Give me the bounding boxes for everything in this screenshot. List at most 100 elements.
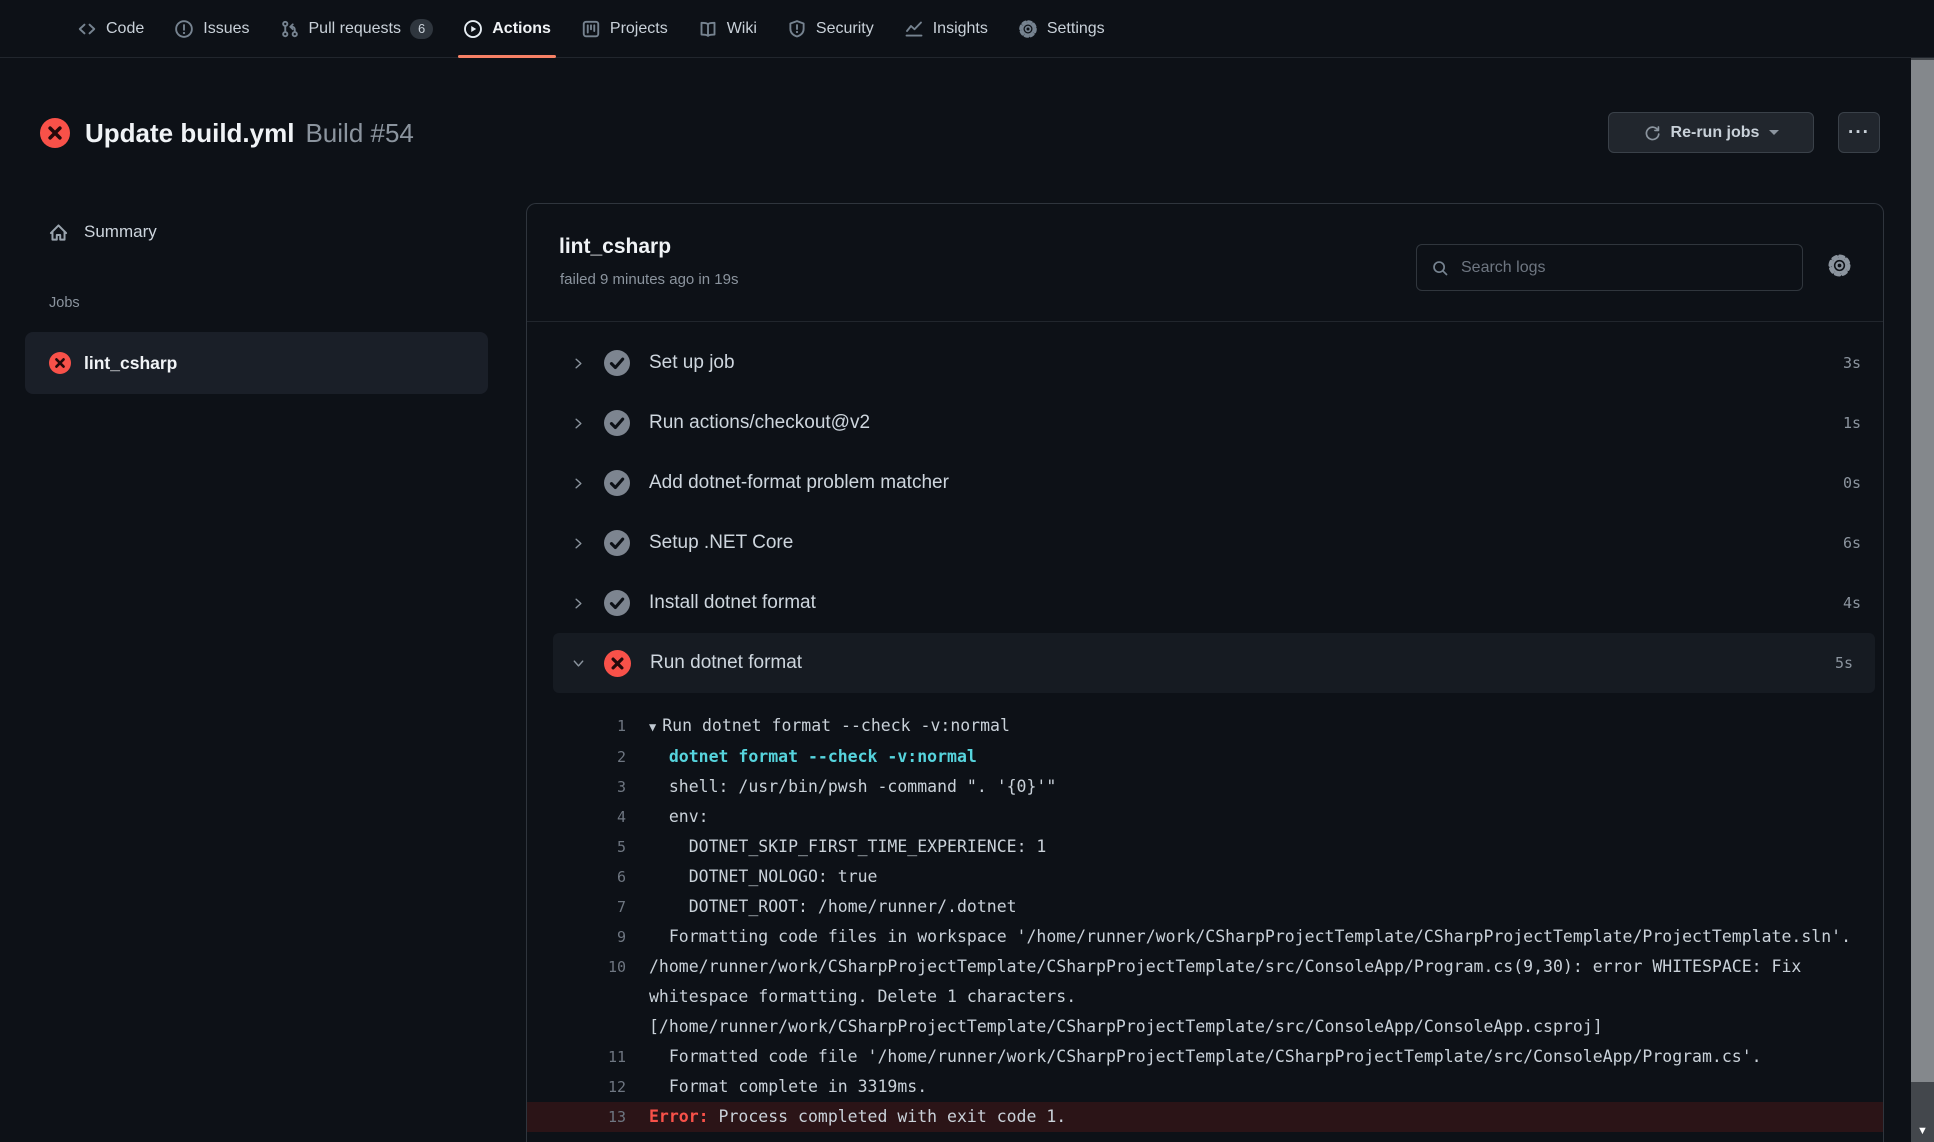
log-line-number[interactable]: 12 bbox=[560, 1072, 626, 1102]
pull-requests-count-badge: 6 bbox=[410, 19, 433, 39]
nav-tab-actions[interactable]: Actions bbox=[448, 0, 566, 57]
step-row-install-dotnet-format[interactable]: Install dotnet format4s bbox=[527, 573, 1883, 633]
nav-tab-label: Issues bbox=[203, 20, 249, 38]
log-settings-gear-icon[interactable] bbox=[1824, 250, 1854, 280]
log-line-text: Error: Process completed with exit code … bbox=[649, 1102, 1859, 1132]
nav-tab-projects[interactable]: Projects bbox=[566, 0, 683, 57]
chevron-right-icon bbox=[571, 356, 587, 371]
search-logs-box bbox=[1416, 244, 1803, 291]
log-line-text: dotnet format --check -v:normal bbox=[649, 742, 1859, 772]
log-line-text: Formatting code files in workspace '/hom… bbox=[649, 922, 1859, 952]
log-output: 1 ▼ Run dotnet format --check -v:normal 2 d… bbox=[527, 711, 1883, 1132]
log-text-body: Formatted code file '/home/runner/work/C… bbox=[649, 1047, 1762, 1066]
log-line-number[interactable]: 2 bbox=[560, 742, 626, 772]
play-icon bbox=[463, 19, 483, 39]
rerun-jobs-label: Re-run jobs bbox=[1671, 124, 1760, 142]
rerun-jobs-button[interactable]: Re-run jobs bbox=[1608, 112, 1814, 153]
log-text-body: /home/runner/work/CSharpProjectTemplate/… bbox=[649, 957, 1811, 1036]
page-scrollbar[interactable]: ▼ bbox=[1911, 58, 1934, 1142]
scrollbar-down-arrow[interactable]: ▼ bbox=[1911, 1125, 1934, 1137]
log-text-body: Run dotnet format --check -v:normal bbox=[662, 716, 1010, 735]
log-line-text: DOTNET_SKIP_FIRST_TIME_EXPERIENCE: 1 bbox=[649, 832, 1859, 862]
step-name: Run dotnet format bbox=[650, 652, 802, 674]
log-line-number[interactable]: 11 bbox=[560, 1042, 626, 1072]
step-row-run-actions-checkout-v2[interactable]: Run actions/checkout@v21s bbox=[527, 393, 1883, 453]
log-line-text: DOTNET_NOLOGO: true bbox=[649, 862, 1859, 892]
check-circle-icon bbox=[604, 350, 630, 376]
log-line-number[interactable]: 5 bbox=[560, 832, 626, 862]
log-text-body: Format complete in 3319ms. bbox=[649, 1077, 927, 1096]
chevron-right-icon bbox=[571, 476, 587, 491]
run-build-number: Build #54 bbox=[305, 118, 413, 149]
card-divider bbox=[527, 321, 1883, 322]
step-list: Set up job3sRun actions/checkout@v21sAdd… bbox=[527, 333, 1883, 693]
step-duration: 5s bbox=[1835, 654, 1853, 672]
log-line-text: ▼ Run dotnet format --check -v:normal bbox=[649, 711, 1859, 742]
sidebar-job-lint-csharp[interactable]: lint_csharp bbox=[25, 332, 488, 394]
log-line-number[interactable]: 10 bbox=[560, 952, 626, 1042]
step-row-setup-net-core[interactable]: Setup .NET Core6s bbox=[527, 513, 1883, 573]
graph-icon bbox=[904, 19, 924, 39]
nav-tab-label: Code bbox=[106, 20, 144, 38]
projects-icon bbox=[581, 19, 601, 39]
log-line-text: Format complete in 3319ms. bbox=[649, 1072, 1859, 1102]
nav-tab-security[interactable]: Security bbox=[772, 0, 889, 57]
nav-tab-issues[interactable]: Issues bbox=[159, 0, 264, 57]
log-line-7: 7 DOTNET_ROOT: /home/runner/.dotnet bbox=[527, 892, 1883, 922]
x-circle-failed-icon bbox=[49, 352, 71, 374]
log-line-text: DOTNET_ROOT: /home/runner/.dotnet bbox=[649, 892, 1859, 922]
log-line-11: 11 Formatted code file '/home/runner/wor… bbox=[527, 1042, 1883, 1072]
log-line-10: 10/home/runner/work/CSharpProjectTemplat… bbox=[527, 952, 1883, 1042]
chevron-down-icon bbox=[571, 656, 587, 671]
nav-tab-wiki[interactable]: Wiki bbox=[683, 0, 772, 57]
step-name: Run actions/checkout@v2 bbox=[649, 412, 870, 434]
log-line-number[interactable]: 1 bbox=[560, 711, 626, 742]
log-text-body: Process completed with exit code 1. bbox=[709, 1107, 1067, 1126]
gear-icon bbox=[1018, 19, 1038, 39]
job-log-panel: lint_csharp failed 9 minutes ago in 19s … bbox=[526, 203, 1884, 1142]
search-logs-input[interactable] bbox=[1459, 258, 1763, 278]
step-duration: 4s bbox=[1843, 594, 1861, 612]
x-circle-icon bbox=[604, 650, 631, 677]
log-text-body: DOTNET_SKIP_FIRST_TIME_EXPERIENCE: 1 bbox=[649, 837, 1046, 856]
log-line-number[interactable]: 4 bbox=[560, 802, 626, 832]
run-title: Update build.yml bbox=[85, 118, 294, 149]
more-options-button[interactable]: ··· bbox=[1838, 112, 1880, 153]
summary-label: Summary bbox=[84, 222, 157, 242]
sidebar-item-summary[interactable]: Summary bbox=[25, 210, 488, 254]
chevron-right-icon bbox=[571, 596, 587, 611]
home-icon bbox=[48, 222, 69, 243]
sidebar-job-label: lint_csharp bbox=[84, 353, 177, 374]
run-header: Update build.yml Build #54 bbox=[40, 112, 414, 154]
log-line-9: 9 Formatting code files in workspace '/h… bbox=[527, 922, 1883, 952]
collapse-triangle-icon[interactable]: ▼ bbox=[649, 720, 656, 734]
check-circle-icon bbox=[604, 590, 630, 616]
log-line-text: env: bbox=[649, 802, 1859, 832]
log-line-number[interactable]: 13 bbox=[560, 1102, 626, 1132]
log-line-text: shell: /usr/bin/pwsh -command ". '{0}'" bbox=[649, 772, 1859, 802]
nav-tab-code[interactable]: Code bbox=[62, 0, 159, 57]
error-prefix: Error: bbox=[649, 1107, 709, 1126]
shield-icon bbox=[787, 19, 807, 39]
log-line-number[interactable]: 6 bbox=[560, 862, 626, 892]
chevron-right-icon bbox=[571, 416, 587, 431]
step-row-add-dotnet-format-problem-matcher[interactable]: Add dotnet-format problem matcher0s bbox=[527, 453, 1883, 513]
step-name: Add dotnet-format problem matcher bbox=[649, 472, 949, 494]
sync-icon bbox=[1643, 124, 1661, 142]
log-text-body: DOTNET_ROOT: /home/runner/.dotnet bbox=[649, 897, 1017, 916]
log-line-number[interactable]: 9 bbox=[560, 922, 626, 952]
nav-tab-settings[interactable]: Settings bbox=[1003, 0, 1120, 57]
nav-tab-insights[interactable]: Insights bbox=[889, 0, 1003, 57]
log-line-number[interactable]: 7 bbox=[560, 892, 626, 922]
log-line-number[interactable]: 3 bbox=[560, 772, 626, 802]
nav-tab-label: Actions bbox=[492, 20, 551, 38]
chevron-down-icon bbox=[1769, 130, 1779, 135]
step-row-set-up-job[interactable]: Set up job3s bbox=[527, 333, 1883, 393]
step-row-run-dotnet-format[interactable]: Run dotnet format 5s bbox=[553, 633, 1875, 693]
log-text-body: Formatting code files in workspace '/hom… bbox=[649, 927, 1851, 946]
jobs-section-heading: Jobs bbox=[49, 295, 80, 311]
scrollbar-thumb[interactable] bbox=[1911, 60, 1934, 1082]
pull-request-icon bbox=[280, 19, 300, 39]
nav-tab-pull-requests[interactable]: Pull requests6 bbox=[265, 0, 449, 57]
github-actions-run-page: Code Issues Pull requests6 Actions ProjectsW… bbox=[0, 0, 1934, 1142]
